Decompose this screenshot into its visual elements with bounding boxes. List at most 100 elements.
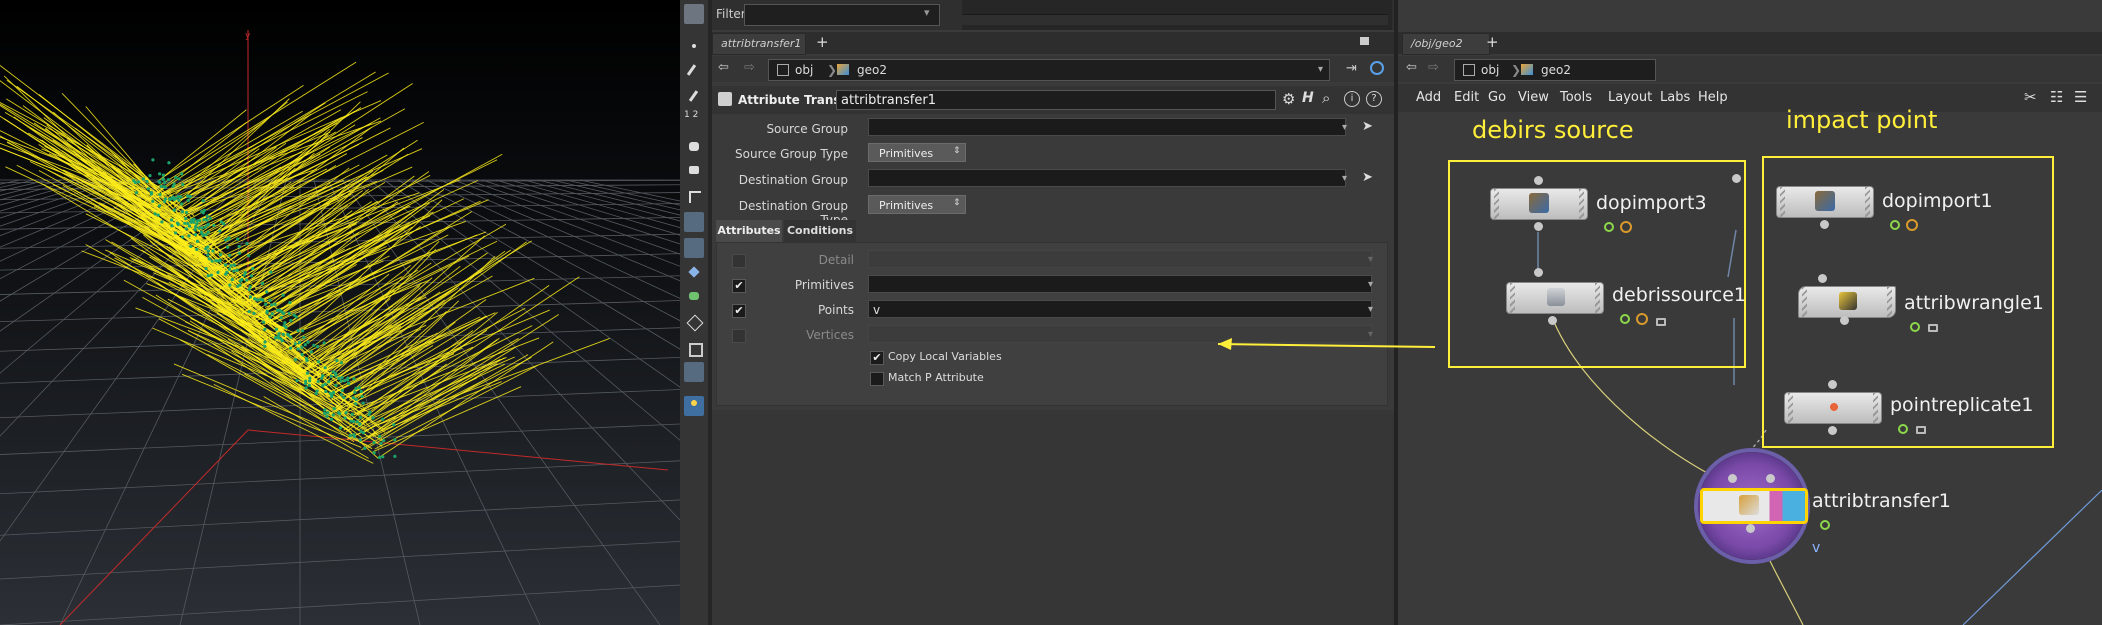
hand-icon[interactable] — [684, 136, 704, 156]
source-group-dropdown-icon[interactable]: ▾ — [1342, 122, 1347, 133]
lock-icon[interactable] — [1928, 324, 1938, 332]
crop-icon[interactable] — [684, 186, 704, 206]
cook-flag-icon[interactable] — [1636, 313, 1648, 325]
pen-icon[interactable] — [684, 86, 704, 106]
path-dropdown-icon[interactable]: ▾ — [1318, 60, 1323, 80]
primitives-dropdown-icon[interactable]: ▾ — [1368, 279, 1373, 290]
info-icon[interactable]: i — [1344, 91, 1360, 107]
node-name-field[interactable]: attribtransfer1 — [836, 90, 1276, 110]
help-h-icon[interactable]: H — [1302, 90, 1314, 106]
box-icon[interactable] — [684, 338, 704, 358]
forward-arrow-icon[interactable]: ⇨ — [744, 60, 755, 75]
link-icon[interactable] — [1370, 61, 1384, 75]
cook-flag-icon[interactable] — [1906, 219, 1918, 231]
node-pointreplicate1[interactable] — [1784, 392, 1882, 424]
snapshot-icon[interactable] — [684, 362, 704, 382]
gear-icon[interactable]: ⚙ — [1282, 90, 1295, 108]
question-icon[interactable]: ? — [1366, 91, 1382, 107]
debris-point — [353, 390, 357, 394]
tab-attributes[interactable]: Attributes — [716, 220, 782, 242]
point-icon[interactable] — [684, 36, 704, 56]
points-field[interactable]: v — [868, 300, 1372, 318]
debris-point — [304, 386, 308, 390]
node-debrissource1[interactable] — [1506, 282, 1604, 314]
network-pane[interactable]: /obj/geo2 + ⇦ ⇨ obj ❯ geo2 Add Edit Go V… — [1398, 0, 2102, 625]
display-flag-icon[interactable] — [1890, 220, 1900, 230]
destination-group-field[interactable] — [868, 169, 1346, 187]
tab-label: attribtransfer1 — [721, 37, 802, 50]
lock-icon[interactable] — [1656, 318, 1666, 326]
match-p-attribute-checkbox[interactable] — [870, 372, 884, 386]
destination-group-type-menu[interactable]: Primitives — [868, 195, 966, 214]
menu-arrows-icon: ⇕ — [953, 198, 961, 208]
add-tab-icon[interactable]: + — [816, 33, 829, 51]
copy-local-variables-checkbox[interactable]: ✔ — [870, 351, 884, 365]
filter-dropdown-icon[interactable]: ▾ — [924, 6, 930, 19]
debris-point — [197, 226, 201, 230]
camera-icon[interactable] — [684, 160, 704, 180]
debris-point — [360, 394, 364, 399]
viewport-toolbar: 1 2 — [680, 0, 709, 625]
debris-point — [212, 223, 216, 228]
pane-menu-icon[interactable] — [1360, 37, 1369, 45]
select-tool-icon[interactable] — [684, 4, 704, 24]
debris-point — [173, 231, 178, 235]
display-flag-icon[interactable] — [1898, 424, 1908, 434]
points-dropdown-icon[interactable]: ▾ — [1368, 304, 1373, 315]
transform-icon[interactable] — [684, 312, 704, 332]
node-dopimport3[interactable] — [1490, 188, 1588, 220]
mask-icon[interactable] — [684, 286, 704, 306]
grid-display-icon[interactable] — [684, 238, 704, 258]
tab-attribtransfer1[interactable]: attribtransfer1 × — [712, 33, 806, 70]
debris-point — [296, 328, 300, 333]
debris-point — [263, 340, 267, 344]
debris-point — [329, 417, 334, 422]
source-group-field[interactable] — [868, 118, 1346, 136]
debris-point — [297, 340, 302, 345]
replicate-icon — [1825, 398, 1843, 416]
destination-group-dropdown-icon[interactable]: ▾ — [1342, 173, 1347, 184]
source-group-select-arrow-icon[interactable]: ➤ — [1362, 119, 1373, 134]
debris-point — [186, 198, 191, 202]
debris-point — [307, 383, 311, 387]
debris-point — [270, 312, 275, 316]
debris-point — [279, 337, 283, 341]
debris-point — [392, 423, 396, 427]
primitives-field[interactable] — [868, 275, 1372, 293]
back-arrow-icon[interactable]: ⇦ — [718, 60, 729, 75]
brush-icon[interactable] — [684, 60, 704, 80]
debris-point — [202, 218, 206, 222]
param-path-field[interactable]: obj ❯ geo2 ▾ — [768, 59, 1330, 81]
node-attribtransfer1[interactable] — [1700, 488, 1808, 524]
display-flag-icon[interactable] — [1820, 520, 1830, 530]
display-flag-icon[interactable] — [1910, 322, 1920, 332]
source-group-type-menu[interactable]: Primitives — [868, 143, 966, 162]
debris-point — [202, 208, 206, 212]
display-flag-icon[interactable] — [1620, 314, 1630, 324]
param-empty-area — [708, 410, 1394, 625]
node-comment-v: v — [1812, 540, 1821, 556]
light-icon[interactable] — [684, 212, 704, 232]
geometry-icon[interactable] — [684, 262, 704, 282]
filter-input[interactable] — [744, 4, 940, 26]
tab-conditions[interactable]: Conditions — [784, 220, 856, 242]
pin-pane-icon[interactable]: ⇥ — [1346, 61, 1357, 76]
search-icon[interactable]: ⌕ — [1322, 89, 1330, 107]
viewport-canvas[interactable]: y — [0, 0, 680, 625]
number-tool-icon[interactable]: 1 2 — [684, 110, 704, 130]
node-dopimport1[interactable] — [1776, 186, 1874, 218]
display-flag-icon[interactable] — [1604, 222, 1614, 232]
debris-point — [324, 389, 328, 394]
debris-point — [393, 438, 397, 442]
3d-viewport[interactable]: y — [0, 0, 680, 625]
detail-field[interactable] — [868, 250, 1372, 268]
node-attribwrangle1[interactable] — [1798, 286, 1896, 318]
path-root: obj — [795, 63, 814, 77]
lock-icon[interactable] — [1916, 426, 1926, 434]
debris-point — [292, 313, 296, 317]
destination-group-select-arrow-icon[interactable]: ➤ — [1362, 170, 1373, 185]
debris-point — [187, 224, 192, 228]
debris-point — [204, 266, 208, 271]
cook-flag-icon[interactable] — [1620, 221, 1632, 233]
pin-icon[interactable] — [684, 396, 704, 416]
